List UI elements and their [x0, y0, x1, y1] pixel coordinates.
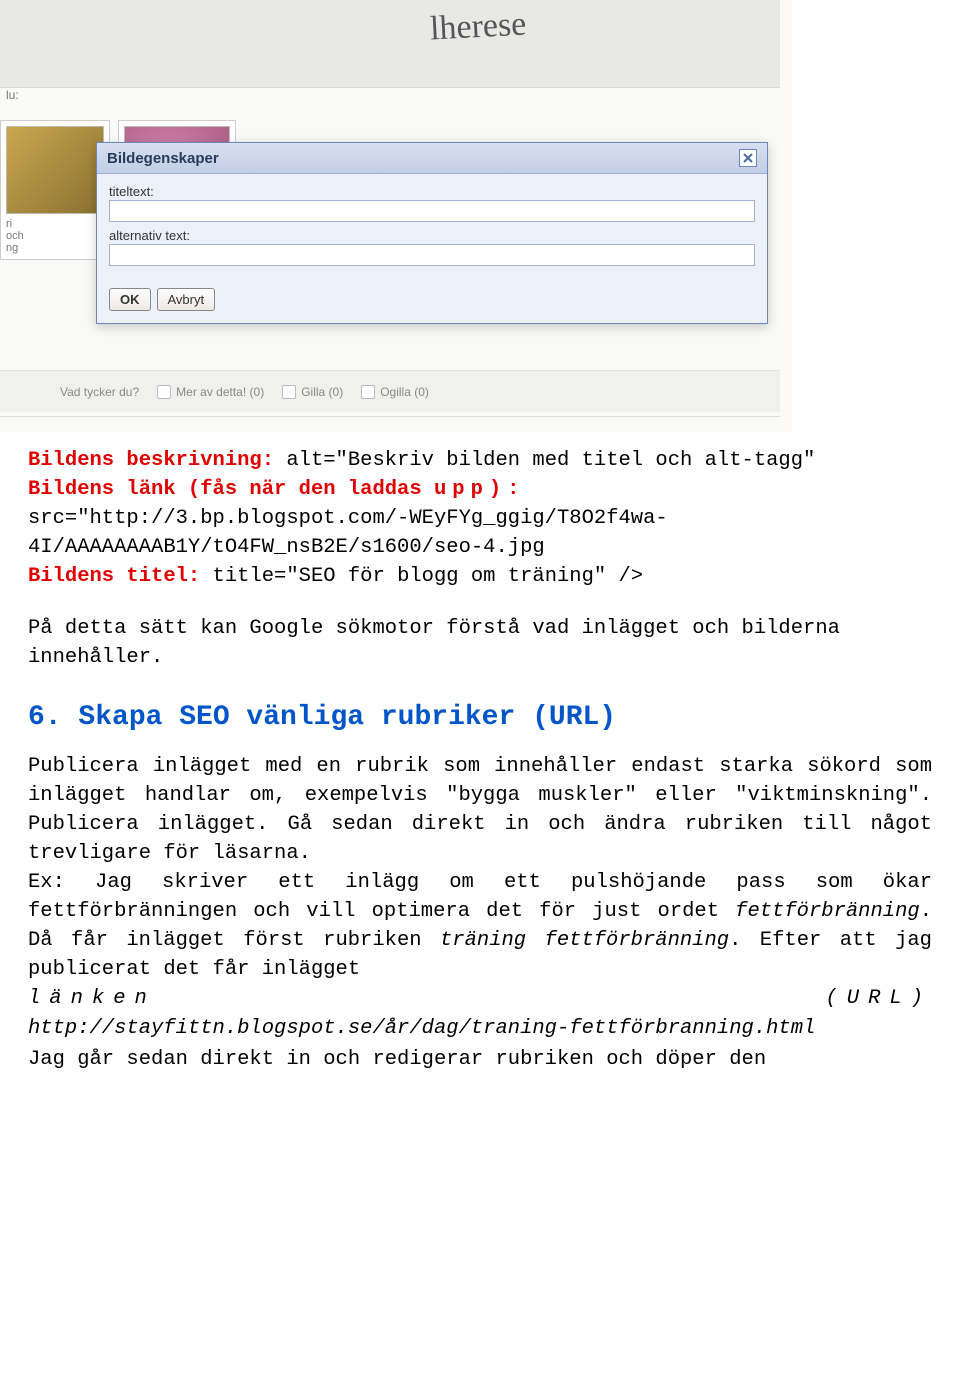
dialog-buttons: OK Avbryt: [109, 288, 755, 311]
ok-button[interactable]: OK: [109, 288, 151, 311]
thumbnail-caption: ri och ng: [6, 218, 104, 254]
checkbox-icon: [361, 385, 375, 399]
editor-screenshot: lherese lu: ri och ng Smootie PDF Vad ty…: [0, 0, 960, 432]
divider: [0, 416, 780, 417]
paragraph-1: Publicera inlägget med en rubrik som inn…: [28, 752, 932, 868]
thumbnail-image: [6, 126, 104, 214]
image-properties-dialog: Bildegenskaper titeltext: alternativ tex…: [96, 142, 768, 324]
link-label: Bildens länk (fås när den laddas: [28, 478, 434, 501]
close-icon[interactable]: [739, 149, 757, 167]
alt-text-label: alternativ text:: [109, 228, 755, 243]
feedback-dislike[interactable]: Ogilla (0): [361, 385, 429, 399]
feedback-prompt-text: Vad tycker du?: [60, 385, 139, 399]
dialog-title: Bildegenskaper: [107, 150, 219, 167]
feedback-dislike-text: Ogilla (0): [380, 385, 429, 399]
page-margin: [792, 0, 960, 432]
gutter: [780, 0, 792, 432]
title-text: title="SEO för blogg om träning" />: [200, 565, 643, 588]
dialog-body: titeltext: alternativ text: OK Avbryt: [97, 174, 767, 323]
feedback-like-text: Gilla (0): [301, 385, 343, 399]
feedback-more[interactable]: Mer av detta! (0): [157, 385, 264, 399]
alt-text-input[interactable]: [109, 244, 755, 266]
feedback-prompt: Vad tycker du?: [60, 385, 139, 399]
p2f-right: (URL): [825, 984, 932, 1013]
signature-text: lherese: [429, 6, 527, 49]
p2g: http://stayfittn.blogspot.se/år/dag/tran…: [28, 1014, 932, 1043]
article-body: Bildens beskrivning: alt="Beskriv bilden…: [0, 432, 960, 1094]
lu-label: lu:: [6, 88, 19, 102]
src-text: src="http://3.bp.blogspot.com/-WEyFYg_gg…: [28, 507, 668, 559]
bd-text: alt="Beskriv bilden med titel och alt-ta…: [274, 449, 815, 472]
p2f-left: länken: [28, 984, 156, 1013]
thumbnail[interactable]: ri och ng: [0, 120, 110, 260]
feedback-more-text: Mer av detta! (0): [176, 385, 264, 399]
feedback-bar: Vad tycker du? Mer av detta! (0) Gilla (…: [0, 370, 780, 412]
p2d: träning fettförbränning: [440, 929, 729, 952]
p2b: fettförbränning: [735, 900, 920, 923]
title-text-label: titeltext:: [109, 184, 755, 199]
checkbox-icon: [282, 385, 296, 399]
after-title-paragraph: På detta sätt kan Google sökmotor förstå…: [28, 614, 932, 672]
link-upp: upp):: [434, 478, 526, 501]
dialog-titlebar: Bildegenskaper: [97, 143, 767, 174]
cancel-button[interactable]: Avbryt: [157, 288, 216, 311]
title-text-input[interactable]: [109, 200, 755, 222]
section-heading: 6. Skapa SEO vänliga rubriker (URL): [28, 698, 932, 738]
feedback-like[interactable]: Gilla (0): [282, 385, 343, 399]
paragraph-2: Ex: Jag skriver ett inlägg om ett pulshö…: [28, 868, 932, 984]
bd-label: Bildens beskrivning:: [28, 449, 274, 472]
checkbox-icon: [157, 385, 171, 399]
title-label: Bildens titel:: [28, 565, 200, 588]
paragraph-3: Jag går sedan direkt in och redigerar ru…: [28, 1045, 932, 1074]
p2f-row: länken (URL): [28, 984, 932, 1013]
editor-topbar: [0, 0, 780, 88]
